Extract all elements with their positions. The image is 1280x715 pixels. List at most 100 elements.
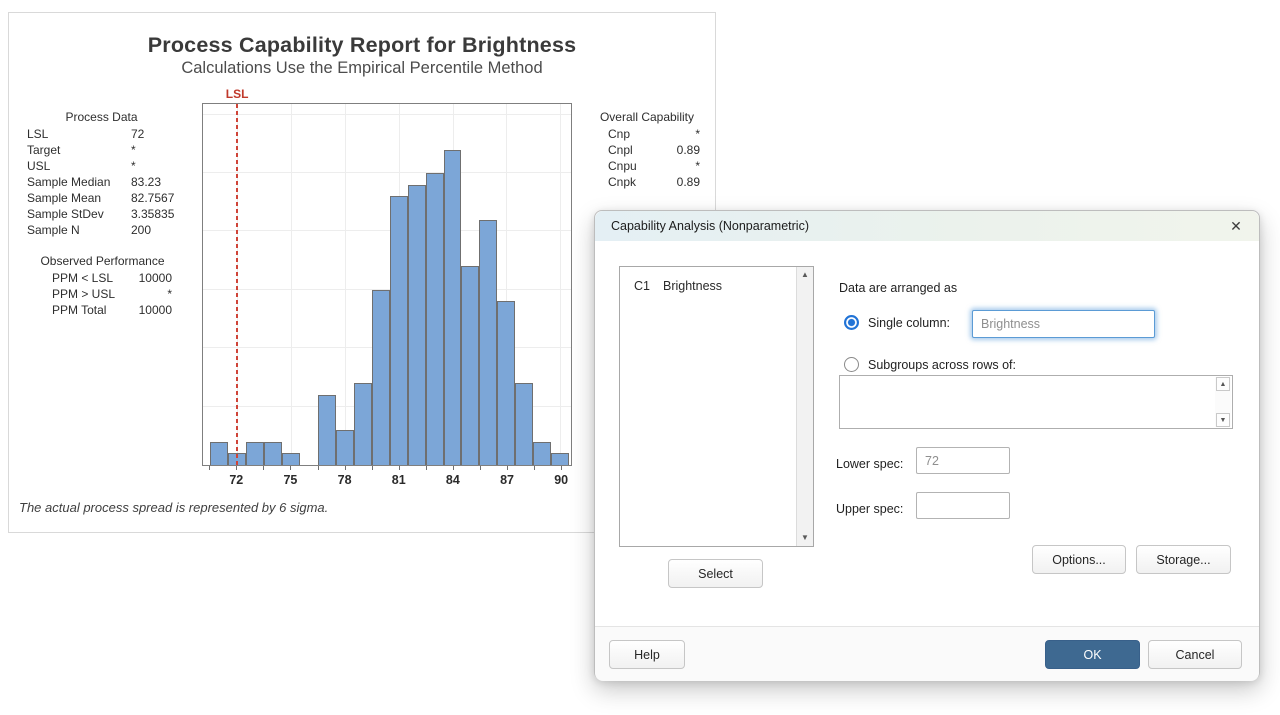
stat-row: Cnpu*: [594, 158, 700, 174]
axis-tick: [263, 466, 264, 470]
histogram-bar: [497, 301, 515, 465]
histogram-bar: [390, 196, 408, 465]
stat-label: Cnpl: [608, 142, 677, 158]
ok-button[interactable]: OK: [1045, 640, 1140, 669]
variable-listbox[interactable]: C1 Brightness ▲ ▼: [619, 266, 814, 547]
upper-spec-input[interactable]: [916, 492, 1010, 519]
histogram-bar: [444, 150, 462, 465]
upper-spec-label: Upper spec:: [836, 502, 903, 516]
scroll-down-icon[interactable]: ▼: [797, 530, 813, 546]
stat-row: Cnpl0.89: [594, 142, 700, 158]
axis-tick: [426, 466, 427, 470]
stat-value: *: [131, 142, 136, 158]
stat-row: PPM < LSL10000: [19, 270, 172, 286]
dialog-title: Capability Analysis (Nonparametric): [611, 219, 809, 233]
single-column-input[interactable]: [972, 310, 1155, 338]
histogram-bar: [408, 185, 426, 465]
axis-tick-label: 72: [229, 473, 243, 487]
dialog-titlebar[interactable]: Capability Analysis (Nonparametric) ✕: [595, 211, 1259, 241]
axis-tick-label: 75: [283, 473, 297, 487]
storage-button[interactable]: Storage...: [1136, 545, 1231, 574]
observed-performance-rows: PPM < LSL10000PPM > USL*PPM Total10000: [19, 270, 172, 318]
h-gridline: [203, 230, 571, 231]
lower-spec-label: Lower spec:: [836, 457, 903, 471]
histogram-bar: [372, 290, 390, 465]
histogram-bar: [533, 442, 551, 465]
stat-label: USL: [27, 158, 131, 174]
h-gridline: [203, 114, 571, 115]
axis-tick-label: 90: [554, 473, 568, 487]
axis-tick: [290, 466, 291, 470]
column-id: C1: [634, 279, 650, 293]
stat-label: PPM Total: [52, 302, 122, 318]
stat-label: Sample Mean: [27, 190, 131, 206]
axis-tick: [372, 466, 373, 470]
stat-value: 0.89: [677, 174, 700, 190]
axis-tick: [345, 466, 346, 470]
stat-value: 3.35835: [131, 206, 174, 222]
stat-label: Target: [27, 142, 131, 158]
stat-value: 0.89: [677, 142, 700, 158]
single-column-label: Single column:: [868, 316, 950, 330]
report-title: Process Capability Report for Brightness: [9, 33, 715, 58]
stat-value: 10000: [122, 270, 172, 286]
stat-row: Sample StDev3.35835: [19, 206, 184, 222]
axis-tick-label: 87: [500, 473, 514, 487]
stat-value: *: [122, 286, 172, 302]
stat-value: *: [695, 126, 700, 142]
stat-label: Sample Median: [27, 174, 131, 190]
stat-row: PPM Total10000: [19, 302, 172, 318]
histogram-bar: [551, 453, 569, 465]
scroll-up-icon[interactable]: ▲: [1216, 377, 1230, 391]
dialog-footer: Help OK Cancel: [595, 626, 1259, 681]
stat-value: 10000: [122, 302, 172, 318]
scroll-up-icon[interactable]: ▲: [797, 267, 813, 283]
histogram-bar: [210, 442, 228, 465]
axis-tick: [399, 466, 400, 470]
stat-row: Cnpk0.89: [594, 174, 700, 190]
h-gridline: [203, 172, 571, 173]
cancel-button[interactable]: Cancel: [1148, 640, 1242, 669]
report-footnote: The actual process spread is represented…: [19, 500, 328, 515]
close-icon[interactable]: ✕: [1227, 217, 1245, 235]
histogram-bar: [461, 266, 479, 465]
axis-tick: [480, 466, 481, 470]
subgroups-textarea[interactable]: ▲ ▼: [839, 375, 1233, 429]
histogram-bar: [515, 383, 533, 465]
axis-tick: [236, 466, 237, 470]
subgroups-radio[interactable]: [844, 357, 859, 372]
overall-capability-rows: Cnp*Cnpl0.89Cnpu*Cnpk0.89: [594, 126, 700, 190]
stat-row: PPM > USL*: [19, 286, 172, 302]
lower-spec-input[interactable]: [916, 447, 1010, 474]
stat-label: Cnp: [608, 126, 695, 142]
options-button[interactable]: Options...: [1032, 545, 1126, 574]
list-item[interactable]: C1 Brightness: [634, 279, 722, 293]
histogram-bar: [246, 442, 264, 465]
plot-area: LSL: [202, 103, 572, 466]
help-button[interactable]: Help: [609, 640, 685, 669]
stat-value: 83.23: [131, 174, 161, 190]
stat-row: Sample N200: [19, 222, 184, 238]
column-name: Brightness: [663, 279, 722, 293]
stat-label: PPM < LSL: [52, 270, 122, 286]
capability-analysis-dialog: Capability Analysis (Nonparametric) ✕ C1…: [594, 210, 1260, 680]
axis-tick: [453, 466, 454, 470]
textarea-scrollbar[interactable]: ▲ ▼: [1215, 377, 1231, 427]
x-axis: 72757881848790: [202, 466, 572, 492]
axis-tick-label: 84: [446, 473, 460, 487]
subgroups-label: Subgroups across rows of:: [868, 358, 1016, 372]
single-column-radio[interactable]: [844, 315, 859, 330]
stat-value: *: [695, 158, 700, 174]
observed-performance-heading: Observed Performance: [19, 253, 172, 270]
stat-row: LSL72: [19, 126, 184, 142]
axis-tick-label: 78: [338, 473, 352, 487]
listbox-scrollbar[interactable]: ▲ ▼: [796, 267, 813, 546]
overall-capability-heading: Overall Capability: [594, 109, 700, 126]
scroll-down-icon[interactable]: ▼: [1216, 413, 1230, 427]
stat-value: 82.7567: [131, 190, 174, 206]
stat-value: 200: [131, 222, 151, 238]
select-button[interactable]: Select: [668, 559, 763, 588]
v-gridline: [291, 104, 292, 465]
process-data-rows: LSL72Target*USL*Sample Median83.23Sample…: [19, 126, 184, 238]
stat-label: PPM > USL: [52, 286, 122, 302]
